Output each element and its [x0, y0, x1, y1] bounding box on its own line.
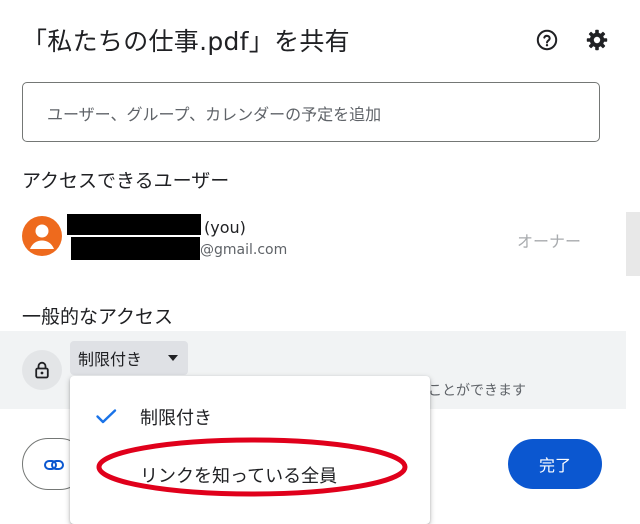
highlight-annotation — [96, 437, 408, 497]
done-button[interactable]: 完了 — [508, 439, 602, 489]
general-access-dropdown[interactable]: 制限付き — [70, 341, 188, 375]
people-with-access-heading: アクセスできるユーザー — [22, 170, 230, 192]
caret-down-icon — [168, 355, 178, 361]
gear-icon — [586, 29, 608, 51]
help-button[interactable] — [533, 26, 561, 54]
user-email-suffix: @gmail.com — [200, 242, 288, 258]
check-icon — [96, 409, 117, 424]
lock-icon — [35, 361, 49, 379]
help-circle-icon — [536, 29, 558, 51]
add-people-placeholder: ユーザー、グループ、カレンダーの予定を追加 — [47, 105, 382, 124]
settings-button[interactable] — [583, 26, 611, 54]
general-access-heading: 一般的なアクセス — [22, 306, 174, 328]
lock-badge — [22, 350, 62, 390]
menu-item-restricted-label: 制限付き — [140, 408, 212, 429]
redacted-user-name — [67, 214, 201, 235]
avatar — [22, 216, 62, 256]
redacted-email — [71, 237, 200, 260]
link-icon — [44, 460, 64, 470]
general-access-selected: 制限付き — [78, 350, 143, 369]
scrollbar-thumb[interactable] — [626, 212, 640, 276]
owner-role-label: オーナー — [517, 232, 582, 251]
general-access-description: ことができます — [428, 383, 526, 399]
dialog-title: 「私たちの仕事.pdf」を共有 — [22, 27, 350, 56]
user-you-label: (you) — [204, 218, 246, 237]
add-people-input[interactable]: ユーザー、グループ、カレンダーの予定を追加 — [22, 82, 600, 142]
